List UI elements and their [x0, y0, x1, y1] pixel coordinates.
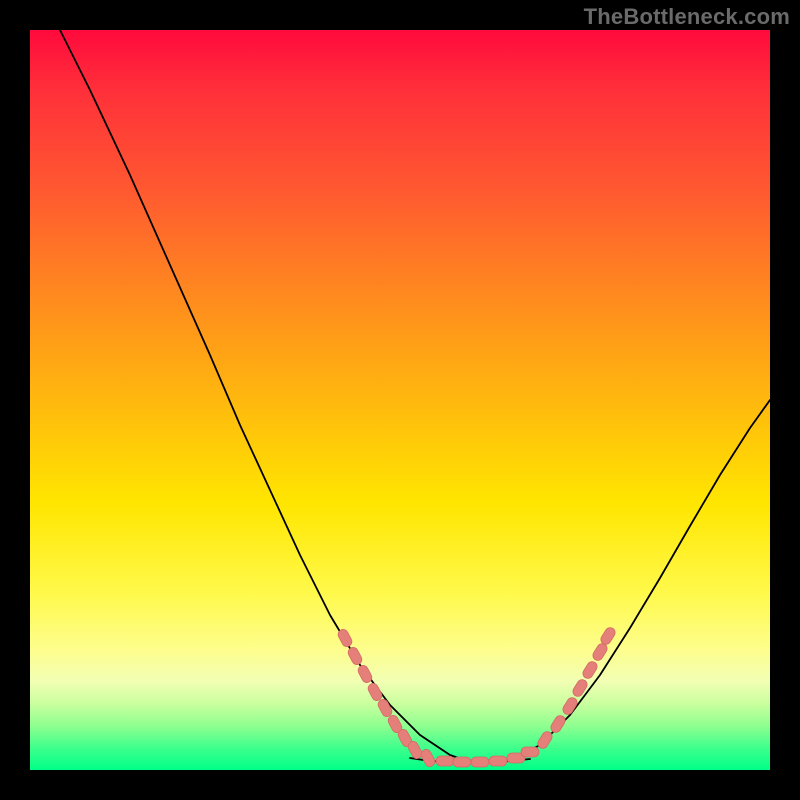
plot-area: [30, 30, 770, 770]
curve-left: [60, 30, 470, 762]
marker-group: [336, 626, 617, 769]
data-marker: [346, 646, 363, 667]
data-marker: [571, 678, 589, 699]
data-marker: [599, 626, 617, 647]
chart-svg: [30, 30, 770, 770]
watermark-label: TheBottleneck.com: [584, 4, 790, 30]
data-marker: [581, 660, 599, 681]
data-marker: [561, 696, 579, 717]
data-marker: [489, 756, 507, 766]
data-marker: [591, 642, 609, 663]
data-marker: [453, 757, 471, 767]
data-marker: [376, 698, 393, 719]
data-marker: [419, 748, 436, 769]
data-marker: [549, 714, 567, 735]
data-marker: [436, 756, 454, 766]
data-marker: [366, 682, 383, 703]
data-marker: [471, 757, 489, 767]
data-marker: [521, 747, 539, 757]
curve-right: [510, 400, 770, 761]
